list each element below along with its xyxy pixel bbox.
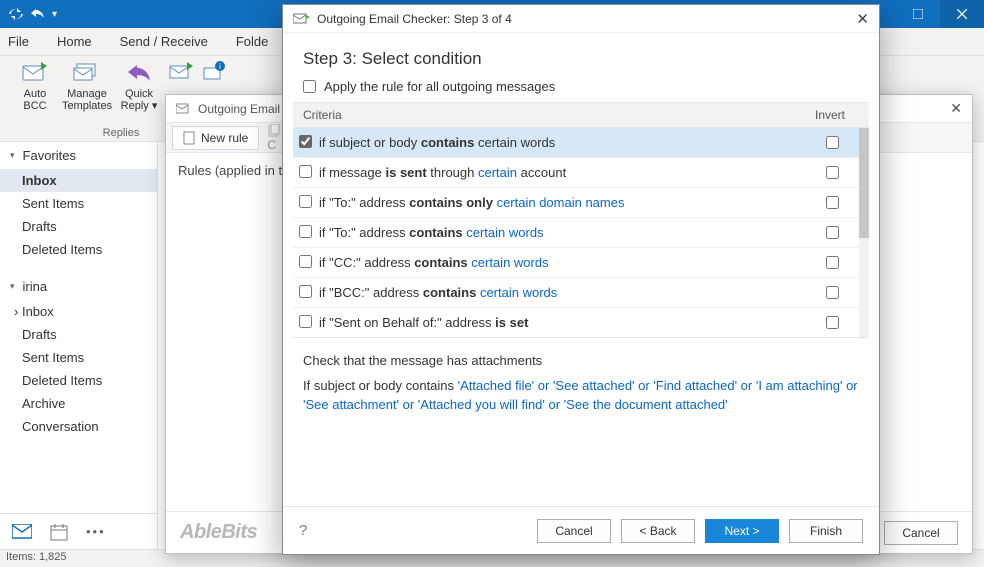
nav-acct-deleted[interactable]: Deleted Items bbox=[0, 369, 157, 392]
folder-nav: Favorites Inbox Sent Items Drafts Delete… bbox=[0, 142, 158, 549]
menu-sendrec[interactable]: Send / Receive bbox=[120, 34, 208, 49]
nav-drafts[interactable]: Drafts bbox=[0, 215, 157, 238]
ribbon-group-caption: Replies bbox=[103, 127, 140, 141]
apply-all-checkbox[interactable] bbox=[303, 80, 316, 93]
criteria-checkbox[interactable] bbox=[299, 315, 312, 328]
undo-icon[interactable] bbox=[30, 6, 46, 22]
menu-folder[interactable]: Folde bbox=[236, 34, 269, 49]
back-button[interactable]: < Back bbox=[621, 519, 695, 543]
help-icon[interactable]: ? bbox=[299, 522, 307, 539]
nav-inbox[interactable]: Inbox bbox=[0, 169, 157, 192]
mail-shield-icon bbox=[176, 102, 192, 116]
auto-bcc-button[interactable]: Auto BCC bbox=[12, 60, 58, 112]
rules-dialog-title: Outgoing Email bbox=[198, 102, 280, 116]
condition-description: Check that the message has attachments I… bbox=[303, 352, 859, 415]
invert-checkbox[interactable] bbox=[826, 256, 839, 269]
document-icon bbox=[183, 131, 195, 145]
criteria-link[interactable]: certain words bbox=[471, 255, 548, 270]
criteria-text: if "BCC:" address contains certain words bbox=[319, 285, 815, 300]
criteria-row[interactable]: if "To:" address contains only certain d… bbox=[293, 188, 859, 218]
nav-acct-inbox[interactable]: › Inbox bbox=[0, 300, 157, 323]
reply-icon bbox=[125, 60, 153, 86]
invert-checkbox[interactable] bbox=[826, 136, 839, 149]
criteria-text: if "Sent on Behalf of:" address is set bbox=[319, 315, 815, 330]
envelope-info-icon: i bbox=[203, 60, 231, 86]
invert-checkbox[interactable] bbox=[826, 166, 839, 179]
nav-footer: ••• bbox=[0, 513, 157, 549]
criteria-link[interactable]: certain words bbox=[480, 285, 557, 300]
mail-shield-icon bbox=[293, 12, 311, 26]
envelope-icon bbox=[21, 60, 49, 86]
criteria-row[interactable]: if message is sent through certain accou… bbox=[293, 158, 859, 188]
criteria-checkbox[interactable] bbox=[299, 285, 312, 298]
criteria-text: if "To:" address contains certain words bbox=[319, 225, 815, 240]
invert-checkbox[interactable] bbox=[826, 226, 839, 239]
criteria-link[interactable]: certain words bbox=[466, 225, 543, 240]
ablebits-logo: AbleBits bbox=[180, 521, 257, 544]
finish-button[interactable]: Finish bbox=[789, 519, 863, 543]
criteria-checkbox[interactable] bbox=[299, 255, 312, 268]
scrollbar-thumb[interactable] bbox=[859, 128, 869, 238]
nav-acct-conversation[interactable]: Conversation bbox=[0, 415, 157, 438]
dropdown-icon[interactable]: ▾ bbox=[52, 9, 57, 20]
criteria-checkbox[interactable] bbox=[299, 135, 312, 148]
cancel-button[interactable]: Cancel bbox=[537, 519, 611, 543]
next-button[interactable]: Next > bbox=[705, 519, 779, 543]
criteria-checkbox[interactable] bbox=[299, 225, 312, 238]
mail-icon[interactable] bbox=[12, 524, 32, 540]
account-header[interactable]: irina bbox=[0, 273, 157, 300]
criteria-row[interactable]: if "Sent on Behalf of:" address is set bbox=[293, 308, 859, 337]
invert-checkbox[interactable] bbox=[826, 196, 839, 209]
menu-home[interactable]: Home bbox=[57, 34, 92, 49]
new-rule-button[interactable]: New rule bbox=[172, 126, 259, 150]
window-close[interactable] bbox=[940, 0, 984, 28]
invert-checkbox[interactable] bbox=[826, 286, 839, 299]
nav-sent-items[interactable]: Sent Items bbox=[0, 192, 157, 215]
quick-reply-button[interactable]: Quick Reply ▾ bbox=[116, 60, 162, 112]
svg-text:i: i bbox=[219, 62, 221, 71]
criteria-link[interactable]: certain domain names bbox=[497, 195, 625, 210]
manage-templates-button[interactable]: Manage Templates bbox=[64, 60, 110, 112]
criteria-text: if "CC:" address contains certain words bbox=[319, 255, 815, 270]
criteria-text: if subject or body contains certain word… bbox=[319, 135, 815, 150]
wizard-dialog: Outgoing Email Checker: Step 3 of 4 ✕ St… bbox=[282, 4, 880, 555]
criteria-text: if "To:" address contains only certain d… bbox=[319, 195, 815, 210]
status-item-count: Items: 1,825 bbox=[6, 551, 67, 563]
close-icon[interactable]: ✕ bbox=[856, 10, 869, 28]
favorites-header[interactable]: Favorites bbox=[0, 142, 157, 169]
wizard-step-heading: Step 3: Select condition bbox=[283, 33, 879, 79]
envelope-send-icon bbox=[169, 60, 197, 86]
criteria-row[interactable]: if "To:" address contains certain words bbox=[293, 218, 859, 248]
criteria-text: if message is sent through certain accou… bbox=[319, 165, 815, 180]
window-maximize[interactable] bbox=[896, 0, 940, 28]
criteria-checkbox[interactable] bbox=[299, 195, 312, 208]
menu-file[interactable]: File bbox=[8, 34, 29, 49]
invert-checkbox[interactable] bbox=[826, 316, 839, 329]
calendar-icon[interactable] bbox=[50, 523, 68, 541]
wizard-title: Outgoing Email Checker: Step 3 of 4 bbox=[317, 12, 512, 26]
criteria-grid[interactable]: if subject or body contains certain word… bbox=[293, 128, 859, 337]
desc-title: Check that the message has attachments bbox=[303, 352, 859, 371]
quick-access-toolbar: ▾ bbox=[0, 6, 57, 22]
criteria-row[interactable]: if subject or body contains certain word… bbox=[293, 128, 859, 158]
nav-deleted-items[interactable]: Deleted Items bbox=[0, 238, 157, 261]
nav-acct-archive[interactable]: Archive bbox=[0, 392, 157, 415]
criteria-link[interactable]: certain bbox=[478, 165, 517, 180]
sync-icon[interactable] bbox=[8, 6, 24, 22]
criteria-row[interactable]: if "CC:" address contains certain words bbox=[293, 248, 859, 278]
close-icon[interactable]: ✕ bbox=[950, 100, 962, 117]
criteria-row[interactable]: if "BCC:" address contains certain words bbox=[293, 278, 859, 308]
rules-cancel-button[interactable]: Cancel bbox=[884, 521, 958, 545]
nav-acct-sent[interactable]: Sent Items bbox=[0, 346, 157, 369]
criteria-checkbox[interactable] bbox=[299, 165, 312, 178]
criteria-header: Criteria Invert bbox=[293, 102, 869, 128]
nav-acct-drafts[interactable]: Drafts bbox=[0, 323, 157, 346]
envelopes-icon bbox=[73, 60, 101, 86]
more-icon[interactable]: ••• bbox=[86, 524, 106, 539]
apply-all-label: Apply the rule for all outgoing messages bbox=[324, 79, 555, 94]
